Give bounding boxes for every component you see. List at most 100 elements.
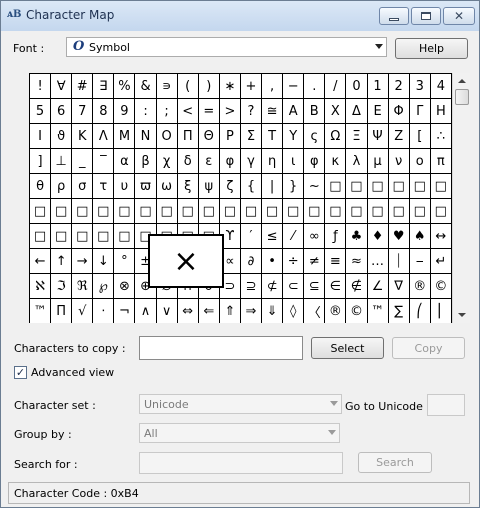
search-button[interactable]: Search [358, 452, 432, 473]
character-cell[interactable]: Ρ [219, 124, 241, 149]
character-cell[interactable]: Ψ [367, 124, 389, 149]
character-cell[interactable]: Ξ [346, 124, 368, 149]
scroll-down-arrow-icon[interactable] [458, 313, 466, 317]
character-cell[interactable]: ν [388, 149, 410, 174]
advanced-view-label[interactable]: Advanced view [31, 366, 114, 379]
character-cell[interactable]: Δ [346, 99, 368, 124]
character-cell[interactable]: ∑ [389, 299, 410, 323]
character-cell[interactable]: − [283, 74, 305, 99]
character-cell[interactable]: ? [240, 99, 263, 124]
character-grid[interactable]: ! ∀ # ∃% & ∍() ∗ +, −./0 1 2 3 4 5 6 7 8 9:; < = >? ≅ Α Β Χ Δ Ε Φ Γ Η… [29, 73, 452, 323]
scroll-up-arrow-icon[interactable] [458, 79, 466, 83]
character-cell[interactable]: ◊ [283, 299, 305, 323]
character-cell[interactable]: ! [30, 74, 52, 99]
character-cell[interactable]: & [135, 74, 157, 99]
character-cell[interactable]: σ [72, 174, 94, 199]
character-cell[interactable]: ♦ [367, 224, 389, 249]
character-cell[interactable]: □ [430, 199, 452, 224]
character-cell[interactable]: ↵ [430, 249, 452, 274]
character-cell[interactable]: θ [30, 174, 52, 199]
character-cell[interactable]: Ω [325, 124, 347, 149]
character-cell[interactable]: φ [219, 149, 241, 174]
group-by-select[interactable]: All [139, 423, 340, 443]
character-cell[interactable]: / [325, 74, 347, 99]
go-to-unicode-input[interactable] [427, 394, 465, 416]
character-cell[interactable]: ≅ [262, 99, 284, 124]
character-cell[interactable]: # [72, 74, 94, 99]
character-cell[interactable]: □ [367, 174, 389, 199]
character-cell[interactable]: = [198, 99, 220, 124]
character-cell[interactable]: Φ [388, 99, 410, 124]
character-cell[interactable]: η [262, 149, 284, 174]
character-cell[interactable]: χ [156, 149, 178, 174]
character-cell[interactable]: ⊂ [283, 274, 305, 299]
character-cell[interactable]: □ [283, 199, 305, 224]
character-cell[interactable]: < [177, 99, 199, 124]
character-cell[interactable]: } [283, 174, 305, 199]
character-cell[interactable]: ϖ [135, 174, 157, 199]
character-cell[interactable]: □ [240, 199, 263, 224]
character-cell[interactable]: ∀ [51, 74, 73, 99]
character-cell[interactable]: □ [388, 174, 410, 199]
character-cell[interactable]: Ο [156, 124, 178, 149]
character-cell[interactable]: _ [72, 149, 94, 174]
character-cell[interactable]: 4 [430, 74, 452, 99]
character-cell[interactable]: γ [240, 149, 263, 174]
character-cell[interactable]: δ [177, 149, 199, 174]
character-cell[interactable]: ∂ [240, 249, 263, 274]
character-cell[interactable]: □ [219, 199, 241, 224]
character-cell[interactable]: □ [51, 224, 73, 249]
character-cell[interactable]: ⎯ [409, 249, 431, 274]
character-cell[interactable]: □ [72, 224, 94, 249]
advanced-view-checkbox[interactable]: ✓ [14, 366, 27, 379]
character-cell[interactable]: Ι [30, 124, 52, 149]
character-cell[interactable]: → [72, 249, 94, 274]
character-cell[interactable]: , [262, 74, 284, 99]
character-cell[interactable]: λ [346, 149, 368, 174]
character-cell[interactable]: ℵ [30, 274, 52, 299]
character-cell[interactable]: □ [325, 174, 347, 199]
character-cell[interactable]: β [135, 149, 157, 174]
character-cell[interactable]: √ [72, 299, 94, 323]
character-cell[interactable]: { [240, 174, 263, 199]
character-cell[interactable]: Α [283, 99, 305, 124]
character-cell[interactable]: □ [30, 224, 52, 249]
character-cell[interactable]: □ [93, 224, 115, 249]
character-cell[interactable]: Τ [262, 124, 284, 149]
help-button[interactable]: Help [395, 38, 468, 59]
font-select[interactable]: O Symbol [66, 37, 387, 57]
character-cell[interactable]: : [135, 99, 157, 124]
character-cell[interactable]: □ [93, 199, 115, 224]
character-cell[interactable]: ♠ [409, 224, 431, 249]
character-cell[interactable]: % [114, 74, 136, 99]
character-cell[interactable]: ψ [198, 174, 220, 199]
character-cell[interactable]: υ [114, 174, 136, 199]
character-cell[interactable]: □ [198, 199, 220, 224]
character-cell[interactable]: Ζ [388, 124, 410, 149]
character-cell[interactable]: 2 [388, 74, 410, 99]
character-cell[interactable]: ⊄ [262, 274, 284, 299]
character-cell[interactable]: ⇑ [220, 299, 241, 323]
character-cell[interactable]: Β [304, 99, 326, 124]
character-cell[interactable]: ⇓ [262, 299, 284, 323]
character-cell[interactable]: □ [346, 174, 368, 199]
character-cell[interactable]: □ [262, 199, 284, 224]
character-cell[interactable]: > [219, 99, 241, 124]
character-cell[interactable]: ↑ [51, 249, 73, 274]
character-cell[interactable]: © [430, 274, 452, 299]
character-cell[interactable]: Σ [240, 124, 263, 149]
character-cell[interactable]: ς [304, 124, 326, 149]
character-cell[interactable]: ϑ [51, 124, 73, 149]
character-cell[interactable]: ) [198, 74, 220, 99]
character-cell[interactable]: ∇ [388, 274, 410, 299]
character-cell[interactable]: □ [325, 199, 347, 224]
character-cell[interactable]: 8 [93, 99, 115, 124]
character-cell[interactable]: Θ [198, 124, 220, 149]
character-cell[interactable]: | [262, 174, 284, 199]
character-cell[interactable]: ™ [368, 299, 389, 323]
character-cell[interactable]: ← [30, 249, 52, 274]
character-cell[interactable]: ⇐ [199, 299, 220, 323]
character-cell[interactable]: ℑ [51, 274, 73, 299]
character-cell[interactable]: ( [177, 74, 199, 99]
character-cell[interactable]: Λ [93, 124, 115, 149]
